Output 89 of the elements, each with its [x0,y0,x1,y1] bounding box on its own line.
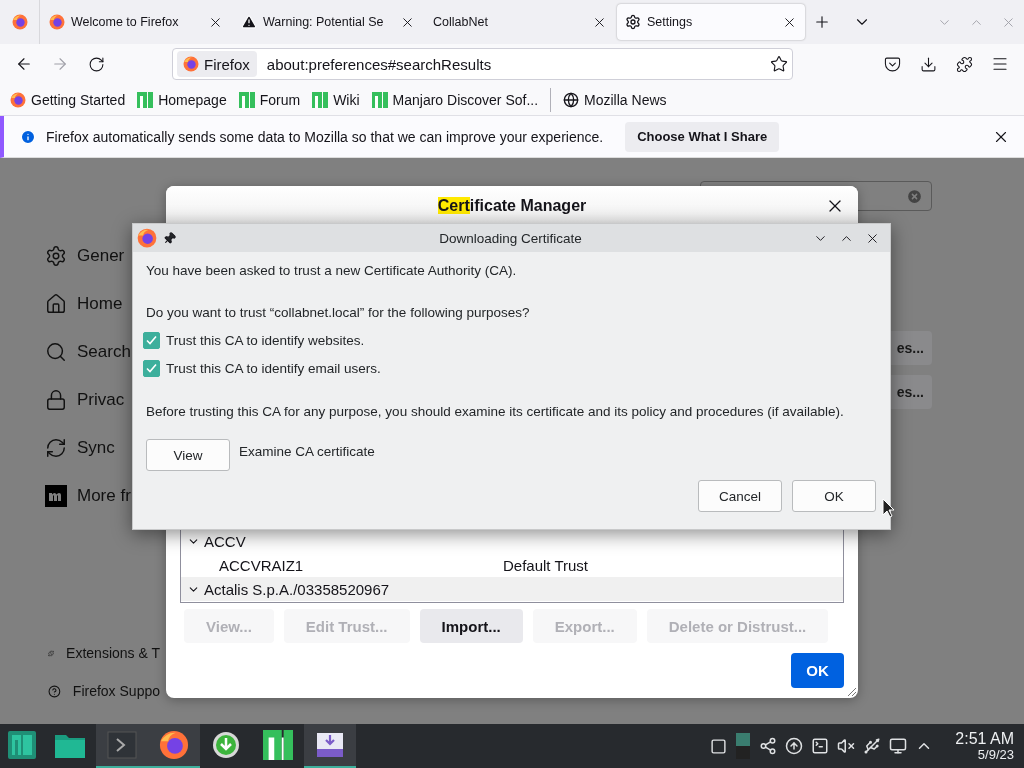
dialog-button[interactable]: OK [792,480,876,512]
bookmark-star-icon[interactable] [770,55,788,73]
mute-icon[interactable] [837,737,856,755]
info-icon [20,128,36,145]
identity-button[interactable]: Firefox [177,51,257,77]
view-description: Examine CA certificate [239,443,375,459]
puzzle-icon [955,55,973,73]
firefox-icon [49,14,65,30]
resize-grip-icon[interactable] [847,687,857,697]
manjaro-icon [238,91,255,108]
checkmark-icon [145,361,158,375]
url-text: about:preferences#searchResults [266,55,493,73]
taskbar-app[interactable] [304,724,356,768]
checkmark-icon [145,333,158,347]
clock-date: 5/9/23 [977,747,1014,762]
manjaro-icon [8,731,36,759]
checkbox-label: Trust this CA to identify websites. [166,332,365,348]
firefox-icon [10,91,26,108]
sidebar-link[interactable]: Firefox Suppo [45,672,160,710]
notification-text: Firefox automatically sends some data to Mozilla so that we can improve your experience. [46,128,604,145]
manjaro-icon [263,730,293,760]
bookmark-item[interactable]: Wiki [312,91,360,108]
plus-icon [813,13,831,31]
square-icon[interactable] [710,737,728,755]
view-button[interactable]: View [146,439,230,471]
category-item[interactable]: Search [45,328,160,376]
lock-icon [45,389,67,411]
manjaro-icon [312,91,329,108]
bookmark-item[interactable]: Mozilla News [563,91,667,108]
firefox-icon [183,56,199,72]
firefox-icon [159,730,189,760]
tree-group-row[interactable]: Actalis S.p.A./03358520967 [181,577,843,601]
ok-button[interactable]: OK [791,653,844,688]
table-cell-text: ACCVRAIZ1 [219,556,305,574]
battery-icon[interactable] [735,732,752,760]
usb-icon[interactable] [863,737,882,755]
manjaro-icon [137,91,154,108]
certificate-row[interactable]: ACCVRAIZ1 Default Trust [181,553,843,577]
clock[interactable]: 2:51 AM 5/9/23 [955,730,1014,762]
reload-icon [87,55,105,73]
download-icon [212,731,240,759]
download-icon [919,55,937,73]
globe-icon [563,91,580,108]
clear-icon[interactable] [906,187,923,205]
window-title: Downloading Certificate [439,230,582,246]
settings-icon [625,14,641,30]
manjaro-icon [371,91,388,108]
group-name: Actalis S.p.A./03358520967 [204,580,391,598]
checkbox-label: Trust this CA to identify email users. [166,360,381,376]
category-item[interactable]: More fr [45,472,160,520]
pocket-icon [883,55,901,73]
bookmark-item[interactable]: Homepage [137,91,227,108]
installer-icon [316,731,344,759]
home-icon [45,293,67,315]
terminal-icon [107,731,137,759]
menu-icon [991,55,1009,73]
bookmark-item[interactable]: Getting Started [10,91,126,108]
dialog-button[interactable]: Cancel [698,480,782,512]
question-text: Do you want to trust “collabnet.local” for the following purposes? [146,305,531,320]
sync-icon [45,437,67,459]
firefox-icon [137,228,157,248]
sidebar-link[interactable]: Extensions & T [45,634,160,672]
mozilla-icon [45,485,67,507]
monitor-icon[interactable] [889,737,908,755]
firefox-icon [11,14,28,30]
update-icon[interactable] [785,737,804,755]
search-icon [45,341,67,363]
browser-tab[interactable]: Welcome to Firefox [41,4,231,40]
warning-icon [241,14,257,30]
arrow-right-icon [51,55,69,73]
browser-tab[interactable]: Settings [617,4,805,40]
address-bar[interactable]: Firefox about:preferences#searchResults [172,48,793,80]
checkbox[interactable] [143,359,160,377]
dialog-button[interactable]: Import... [419,609,523,643]
choose-button[interactable]: Choose What I Share [625,121,780,152]
table-cell-text: Default Trust [503,556,590,574]
browser-tab[interactable]: CollabNet [425,4,615,40]
network-icon[interactable] [759,737,778,755]
cursor-icon [882,498,894,518]
settings-icon [45,245,67,267]
checkbox[interactable] [143,331,160,349]
bookmark-item[interactable]: Forum [238,91,301,108]
warning-text: Before trusting this CA for any purpose, you should examine its certificate and its policy and procedures (if available). [146,404,845,419]
browser-tab[interactable]: Warning: Potential Se [233,4,423,40]
bookmark-item[interactable]: Manjaro Discover Sof... [371,91,539,108]
terminal-icon[interactable] [811,737,830,755]
intro-text: You have been asked to trust a new Certificate Authority (CA). [146,263,518,278]
group-name: ACCV [204,532,247,550]
clock-time: 2:51 AM [955,730,1014,748]
